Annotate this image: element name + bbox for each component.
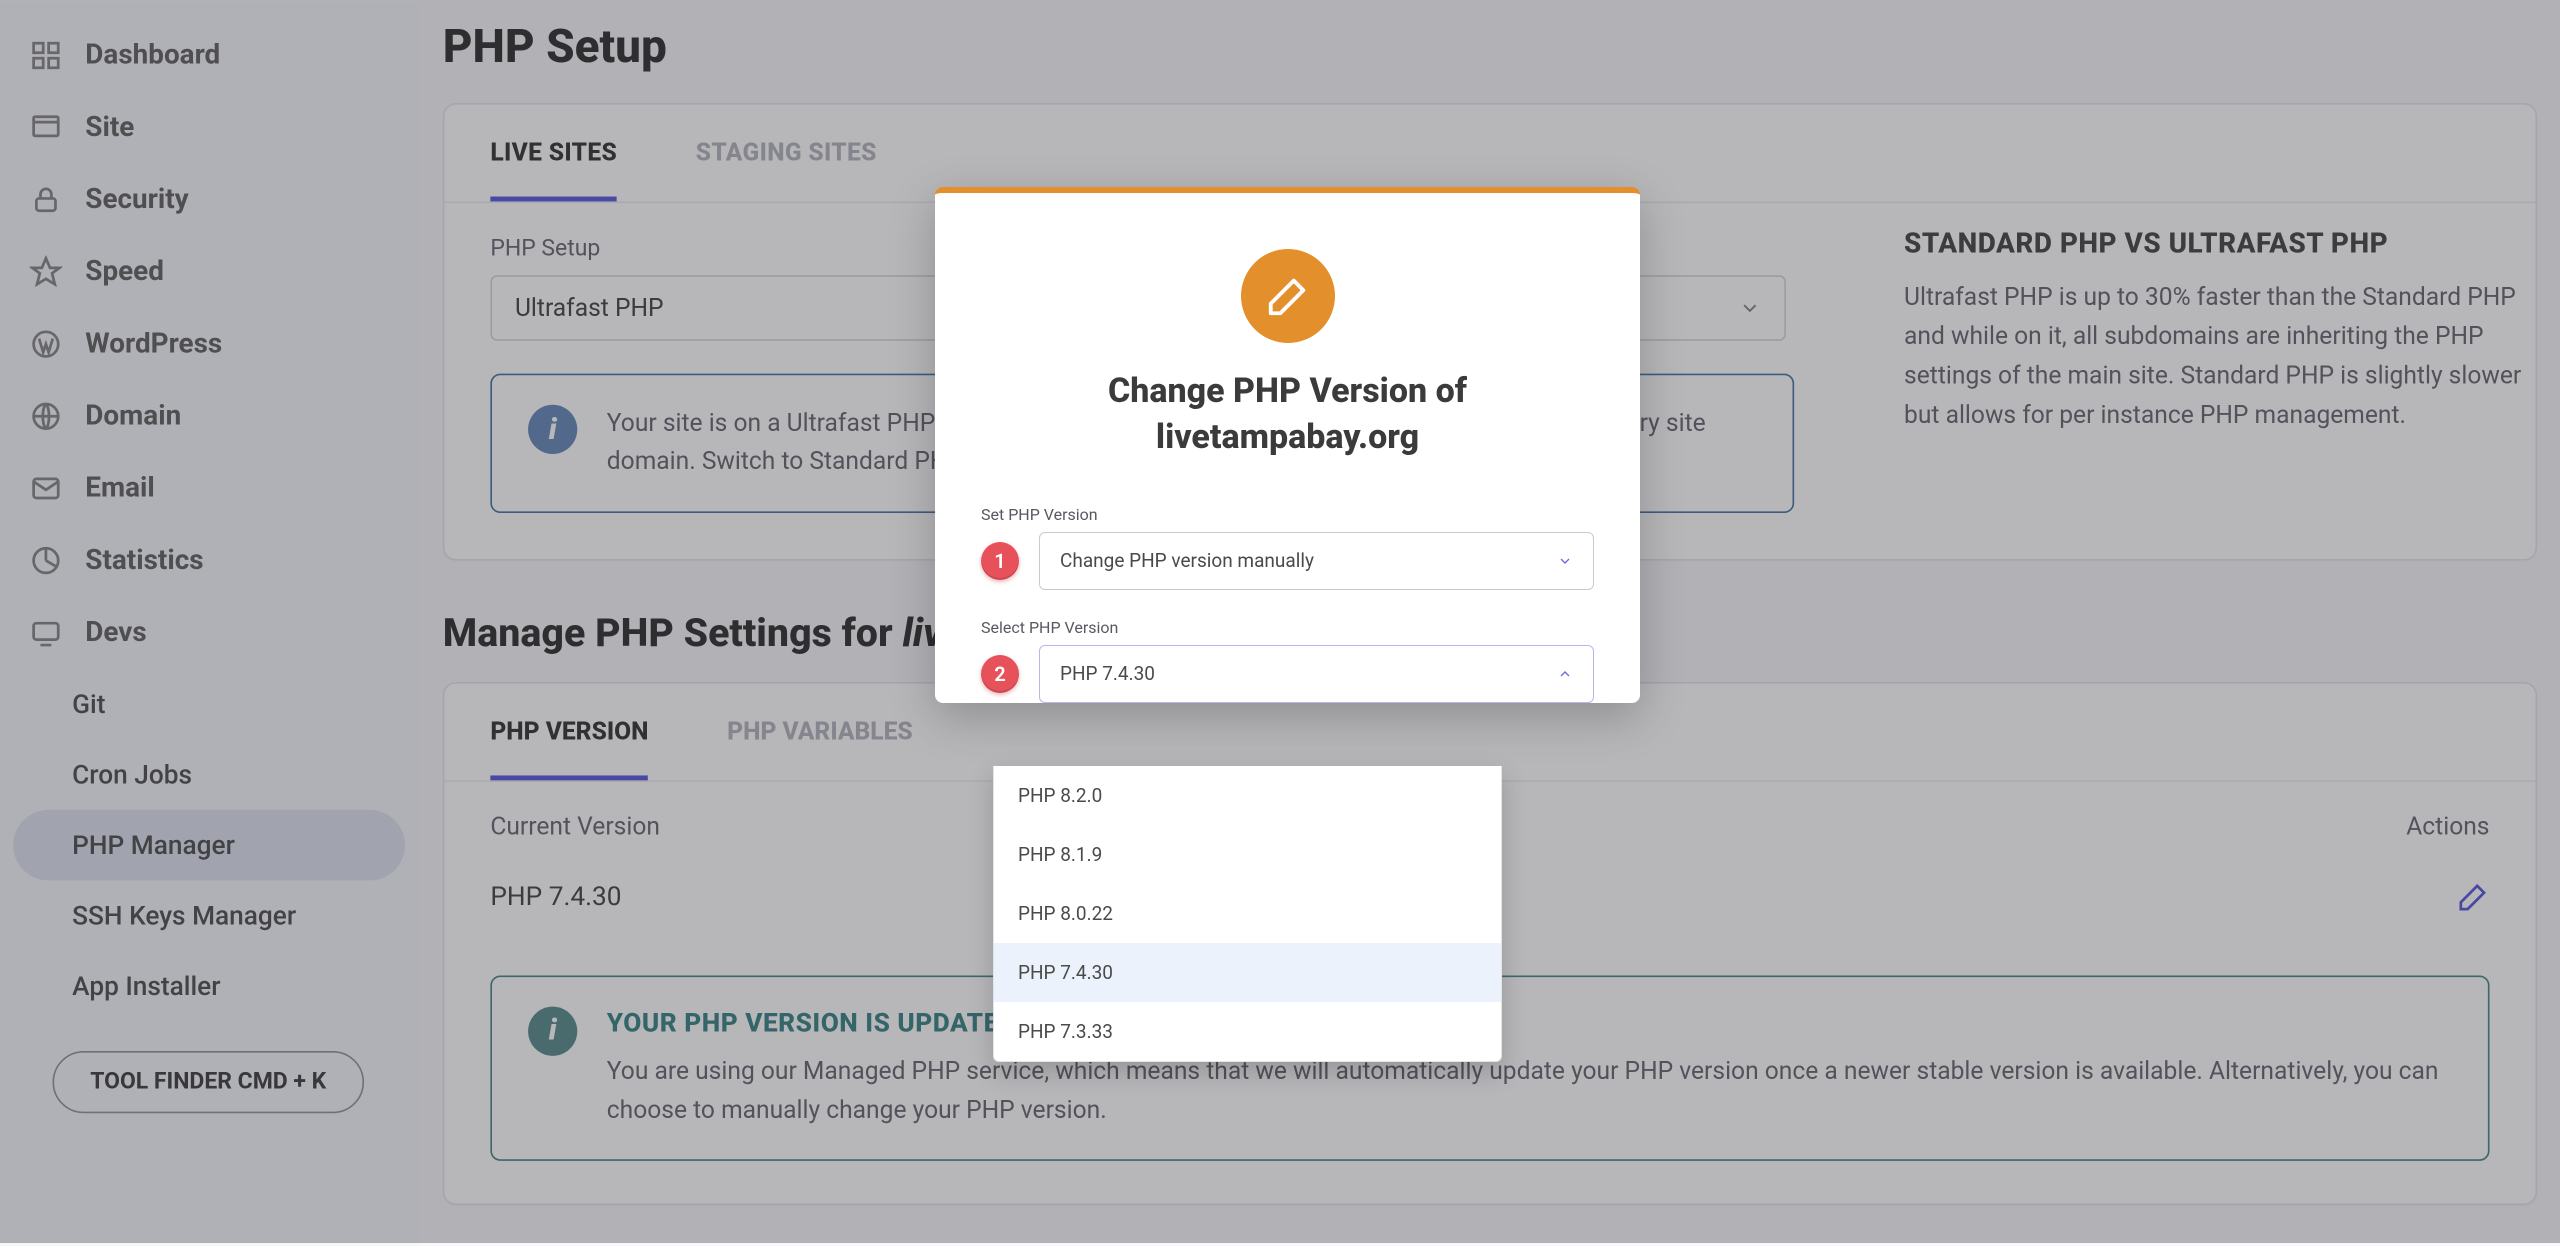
php-version-option[interactable]: PHP 8.2.0 <box>994 766 1501 825</box>
set-php-version-value: Change PHP version manually <box>1060 549 1314 572</box>
set-php-version-label: Set PHP Version <box>981 505 1594 524</box>
step-2-badge: 2 <box>981 655 1019 693</box>
modal-title-domain: livetampabay.org <box>981 415 1594 461</box>
change-php-modal: Change PHP Version of livetampabay.org S… <box>935 187 1640 703</box>
set-php-version-select[interactable]: Change PHP version manually <box>1039 532 1594 590</box>
select-php-version-value: PHP 7.4.30 <box>1060 662 1155 685</box>
select-php-version-select[interactable]: PHP 7.4.30 <box>1039 645 1594 703</box>
chevron-up-icon <box>1557 666 1573 682</box>
php-version-option[interactable]: PHP 7.3.33 <box>994 1002 1501 1061</box>
select-php-version-field: Select PHP Version 2 PHP 7.4.30 <box>981 618 1594 703</box>
step-1-badge: 1 <box>981 542 1019 580</box>
modal-title-line1: Change PHP Version of <box>1108 371 1467 411</box>
php-version-option[interactable]: PHP 7.4.30 <box>994 943 1501 1002</box>
pencil-circle-icon <box>1241 249 1335 343</box>
modal-title: Change PHP Version of livetampabay.org <box>981 369 1594 461</box>
select-php-version-label: Select PHP Version <box>981 618 1594 637</box>
set-php-version-field: Set PHP Version 1 Change PHP version man… <box>981 505 1594 590</box>
php-version-option[interactable]: PHP 8.1.9 <box>994 825 1501 884</box>
chevron-down-icon <box>1557 553 1573 569</box>
php-version-dropdown: PHP 8.2.0 PHP 8.1.9 PHP 8.0.22 PHP 7.4.3… <box>993 766 1502 1062</box>
php-version-option[interactable]: PHP 8.0.22 <box>994 884 1501 943</box>
